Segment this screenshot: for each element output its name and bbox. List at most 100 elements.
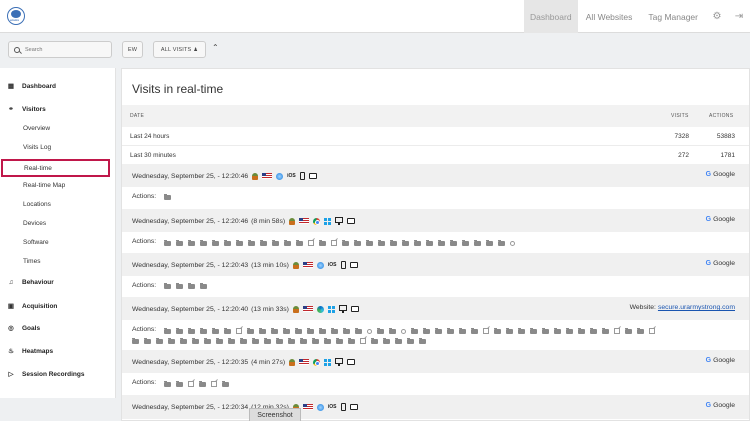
pageview-icon[interactable] (419, 337, 426, 344)
pageview-icon[interactable] (542, 327, 549, 334)
site-search-icon[interactable] (401, 328, 406, 334)
logout-icon[interactable]: ⇥ (728, 0, 750, 33)
pageview-icon[interactable] (377, 327, 384, 334)
pageview-icon[interactable] (459, 327, 466, 334)
pageview-icon[interactable] (164, 194, 171, 200)
pageview-icon[interactable] (389, 327, 396, 334)
pageview-icon[interactable] (319, 239, 326, 246)
pageview-icon[interactable] (402, 239, 409, 246)
pageview-icon[interactable] (554, 327, 561, 334)
pageview-icon[interactable] (283, 327, 290, 334)
pageview-icon[interactable] (331, 327, 338, 334)
pageview-icon[interactable] (284, 239, 291, 246)
pageview-icon[interactable] (272, 239, 279, 246)
pageview-icon[interactable] (248, 239, 255, 246)
outlink-icon[interactable] (614, 328, 620, 334)
pageview-icon[interactable] (216, 337, 223, 344)
pageview-icon[interactable] (366, 239, 373, 246)
pageview-icon[interactable] (343, 327, 350, 334)
matomo-logo[interactable]: ursmv (7, 7, 25, 25)
nav-dashboard[interactable]: Dashboard (523, 0, 578, 33)
pageview-icon[interactable] (144, 337, 151, 344)
sidebar-item-devices[interactable]: Devices (0, 220, 116, 227)
pageview-icon[interactable] (590, 327, 597, 334)
visit-row[interactable]: Wednesday, September 25, - 12:20:35 (4 mi… (122, 350, 749, 374)
pageview-icon[interactable] (319, 327, 326, 334)
outlink-icon[interactable] (188, 381, 194, 387)
sidebar-item-dashboard[interactable]: ▦ Dashboard (0, 82, 116, 91)
pageview-icon[interactable] (637, 327, 644, 334)
sidebar-item-visits-log[interactable]: Visits Log (0, 144, 116, 151)
pageview-icon[interactable] (426, 239, 433, 246)
pageview-icon[interactable] (168, 337, 175, 344)
search-input[interactable] (25, 46, 105, 53)
visit-row[interactable]: Wednesday, September 25, - 12:20:43 (13 m… (122, 253, 749, 277)
site-search-icon[interactable] (367, 328, 372, 334)
pageview-icon[interactable] (506, 327, 513, 334)
pageview-icon[interactable] (200, 327, 207, 334)
pageview-icon[interactable] (164, 283, 171, 289)
pageview-icon[interactable] (176, 239, 183, 246)
pageview-icon[interactable] (300, 337, 307, 344)
pageview-icon[interactable] (276, 337, 283, 344)
pageview-icon[interactable] (348, 337, 355, 344)
pageview-icon[interactable] (354, 239, 361, 246)
site-search-icon[interactable] (510, 240, 515, 246)
pageview-icon[interactable] (435, 327, 442, 334)
sidebar-item-overview[interactable]: Overview (0, 125, 116, 132)
pageview-icon[interactable] (474, 239, 481, 246)
period-selector[interactable]: EW (122, 41, 143, 58)
sidebar-item-real-time-map[interactable]: Real-time Map (0, 182, 116, 189)
pageview-icon[interactable] (164, 380, 171, 387)
pageview-icon[interactable] (336, 337, 343, 344)
pageview-icon[interactable] (264, 337, 271, 344)
segment-selector[interactable]: ALL VISITS ♟ (153, 41, 206, 58)
pageview-icon[interactable] (407, 337, 414, 344)
pageview-icon[interactable] (530, 327, 537, 334)
pageview-icon[interactable] (578, 327, 585, 334)
pageview-icon[interactable] (471, 327, 478, 334)
pageview-icon[interactable] (383, 337, 390, 344)
pageview-icon[interactable] (295, 327, 302, 334)
outlink-icon[interactable] (211, 381, 217, 387)
pageview-icon[interactable] (164, 327, 171, 334)
visit-row[interactable]: Wednesday, September 25, - 12:20:40 (13 m… (122, 297, 749, 321)
pageview-icon[interactable] (411, 327, 418, 334)
sidebar-item-software[interactable]: Software (0, 239, 116, 246)
pageview-icon[interactable] (259, 327, 266, 334)
pageview-icon[interactable] (288, 337, 295, 344)
pageview-icon[interactable] (371, 337, 378, 344)
chevron-up-icon[interactable]: ⌃ (212, 43, 219, 52)
outlink-icon[interactable] (331, 240, 337, 246)
pageview-icon[interactable] (494, 327, 501, 334)
sidebar-item-session-recordings[interactable]: ▷ Session Recordings (0, 370, 116, 379)
pageview-icon[interactable] (222, 380, 229, 387)
pageview-icon[interactable] (271, 327, 278, 334)
pageview-icon[interactable] (204, 337, 211, 344)
sidebar-item-goals[interactable]: ◎ Goals (0, 324, 116, 333)
outlink-icon[interactable] (236, 328, 242, 334)
pageview-icon[interactable] (224, 239, 231, 246)
pageview-icon[interactable] (462, 239, 469, 246)
pageview-icon[interactable] (224, 327, 231, 334)
pageview-icon[interactable] (192, 337, 199, 344)
pageview-icon[interactable] (188, 239, 195, 246)
sidebar-item-acquisition[interactable]: ▣ Acquisition (0, 302, 116, 311)
outlink-icon[interactable] (308, 240, 314, 246)
sidebar-item-behaviour[interactable]: ♫ Behaviour (0, 279, 116, 286)
search-box[interactable] (8, 41, 112, 58)
gear-icon[interactable]: ⚙ (706, 0, 728, 33)
sidebar-item-times[interactable]: Times (0, 258, 116, 265)
pageview-icon[interactable] (378, 239, 385, 246)
pageview-icon[interactable] (199, 380, 206, 387)
pageview-icon[interactable] (176, 327, 183, 334)
pageview-icon[interactable] (156, 337, 163, 344)
pageview-icon[interactable] (296, 239, 303, 246)
pageview-icon[interactable] (164, 239, 171, 246)
pageview-icon[interactable] (450, 239, 457, 246)
pageview-icon[interactable] (486, 239, 493, 246)
pageview-icon[interactable] (423, 327, 430, 334)
pageview-icon[interactable] (312, 337, 319, 344)
referrer-link[interactable]: secure.urarmystrong.com (658, 304, 735, 311)
pageview-icon[interactable] (566, 327, 573, 334)
